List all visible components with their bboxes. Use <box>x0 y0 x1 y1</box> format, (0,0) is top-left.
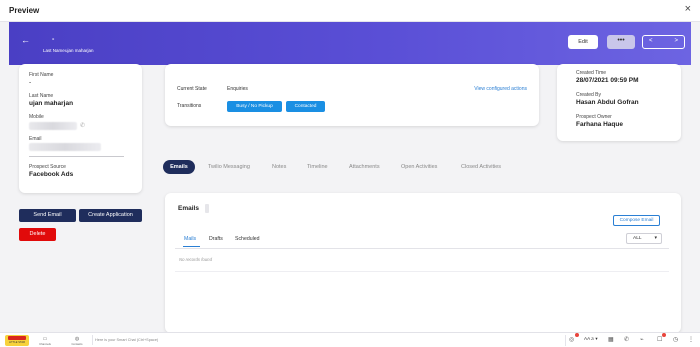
channels-label: Channels <box>39 342 51 346</box>
subtab-scheduled[interactable]: Scheduled <box>235 236 260 242</box>
subtab-drafts[interactable]: Drafts <box>209 236 223 242</box>
inbox-badge <box>662 333 666 337</box>
phone-icon[interactable]: ✆ <box>80 122 85 129</box>
view-configured-actions-link[interactable]: View configured actions <box>474 86 527 92</box>
prospect-owner-label: Prospect Owner <box>576 114 612 120</box>
contacts-item[interactable]: ◍ Contacts <box>70 336 84 346</box>
language-sub: Zi <box>591 337 595 341</box>
window-title: Preview <box>9 6 40 15</box>
tab-attachments[interactable]: Attachments <box>349 160 380 174</box>
record-meta-card: Created Time 28/07/2021 09:59 PM Created… <box>557 64 681 141</box>
current-state-value: Enquiries <box>227 86 248 92</box>
email-value-redacted <box>29 143 101 151</box>
email-label: Email <box>29 136 42 142</box>
brand-logo-mark <box>8 336 26 340</box>
created-by-label: Created By <box>576 92 602 98</box>
history-icon[interactable]: ◷ <box>673 336 678 343</box>
call-icon[interactable]: ✆ <box>624 336 629 343</box>
back-arrow-icon[interactable]: ← <box>21 35 30 45</box>
tab-closed-activities[interactable]: Closed Activities <box>461 160 501 174</box>
close-icon[interactable]: × <box>685 4 691 15</box>
notification-icon[interactable]: ◎ <box>569 336 574 343</box>
first-name-label: First Name <box>29 72 54 78</box>
subtab-divider <box>175 248 669 249</box>
more-options-button[interactable]: ••• <box>607 35 635 49</box>
brand-logo-text: LITTLE STAR <box>9 341 25 344</box>
tab-emails[interactable]: Emails <box>163 160 195 174</box>
tab-twilio-messaging[interactable]: Twilio Messaging <box>208 160 250 174</box>
subtab-mails[interactable]: Mails <box>184 236 196 242</box>
prospect-source-value: Facebook Ads <box>29 171 74 178</box>
header-last-name-label: Last Name <box>43 48 65 53</box>
empty-state-text: No records found <box>179 257 212 262</box>
compose-email-button[interactable]: Compose Email <box>613 215 660 226</box>
contact-name: - <box>52 36 55 43</box>
delete-button[interactable]: Delete <box>19 228 56 241</box>
active-subtab-indicator <box>183 246 200 247</box>
smart-chat-input[interactable]: Here is your Smart Chat (Ctrl+Space) <box>92 335 562 345</box>
created-time-value: 28/07/2021 09:59 PM <box>576 77 639 84</box>
window-titlebar: Preview × <box>0 0 700 22</box>
language-code: AA <box>584 336 590 341</box>
inbox-icon[interactable]: ☐ <box>657 336 662 343</box>
prospect-owner-value: Farhana Haque <box>576 121 623 128</box>
list-divider <box>175 271 669 272</box>
record-navigation: < > <box>642 35 685 49</box>
dialpad-icon[interactable]: ▦ <box>608 336 614 343</box>
mobile-label: Mobile <box>29 114 44 120</box>
profile-header-banner: ← - Last Name ujan maharjan Edit ••• < > <box>9 22 691 65</box>
created-time-label: Created Time <box>576 70 607 76</box>
last-name-value: ujan maharjan <box>29 100 74 107</box>
last-name-label: Last Name <box>29 93 54 99</box>
contacts-label: Contacts <box>71 342 83 346</box>
menu-icon[interactable]: ⋮ <box>688 336 694 343</box>
chevron-down-icon: ▾ <box>654 235 657 241</box>
prospect-source-label: Prospect Source <box>29 164 66 170</box>
divider <box>29 156 124 157</box>
tab-open-activities[interactable]: Open Activities <box>401 160 437 174</box>
first-name-value: - <box>29 79 32 86</box>
email-filter-value: ALL <box>633 236 642 241</box>
edit-button[interactable]: Edit <box>568 35 598 49</box>
created-by-value: Hasan Abdul Gofran <box>576 99 639 106</box>
transition-busy-button[interactable]: Busy / No Pickup <box>227 101 282 112</box>
next-record-icon[interactable]: > <box>674 38 678 44</box>
channels-item[interactable]: ▭ Channels <box>38 336 52 346</box>
toolbar-separator <box>565 335 566 346</box>
notification-badge <box>575 333 579 337</box>
state-card: Current State Enquiries View configured … <box>165 64 539 126</box>
bottom-toolbar: LITTLE STAR ▭ Channels ◍ Contacts Here i… <box>0 332 700 347</box>
emails-panel: Emails Compose Email Mails Drafts Schedu… <box>165 193 681 333</box>
broadcast-icon[interactable]: ⌁ <box>640 336 644 343</box>
previous-record-icon[interactable]: < <box>649 38 653 44</box>
transitions-label: Transitions <box>177 103 202 109</box>
contact-details-card: First Name - Last Name ujan maharjan Mob… <box>19 64 142 193</box>
transition-contacted-button[interactable]: Contacted <box>286 101 325 112</box>
emails-count-badge <box>205 204 209 213</box>
email-filter-select[interactable]: ALL ▾ <box>626 233 662 244</box>
emails-heading: Emails <box>178 205 199 212</box>
current-state-label: Current State <box>177 86 207 92</box>
chevron-down-icon: ▾ <box>595 336 598 341</box>
tab-timeline[interactable]: Timeline <box>307 160 328 174</box>
language-toggle[interactable]: AA Zi ▾ <box>584 336 598 342</box>
send-email-button[interactable]: Send Email <box>19 209 76 222</box>
mobile-value-redacted <box>29 122 77 130</box>
create-application-button[interactable]: Create Application <box>79 209 142 222</box>
header-last-name-value: ujan maharjan <box>65 48 94 53</box>
tab-notes[interactable]: Notes <box>272 160 286 174</box>
